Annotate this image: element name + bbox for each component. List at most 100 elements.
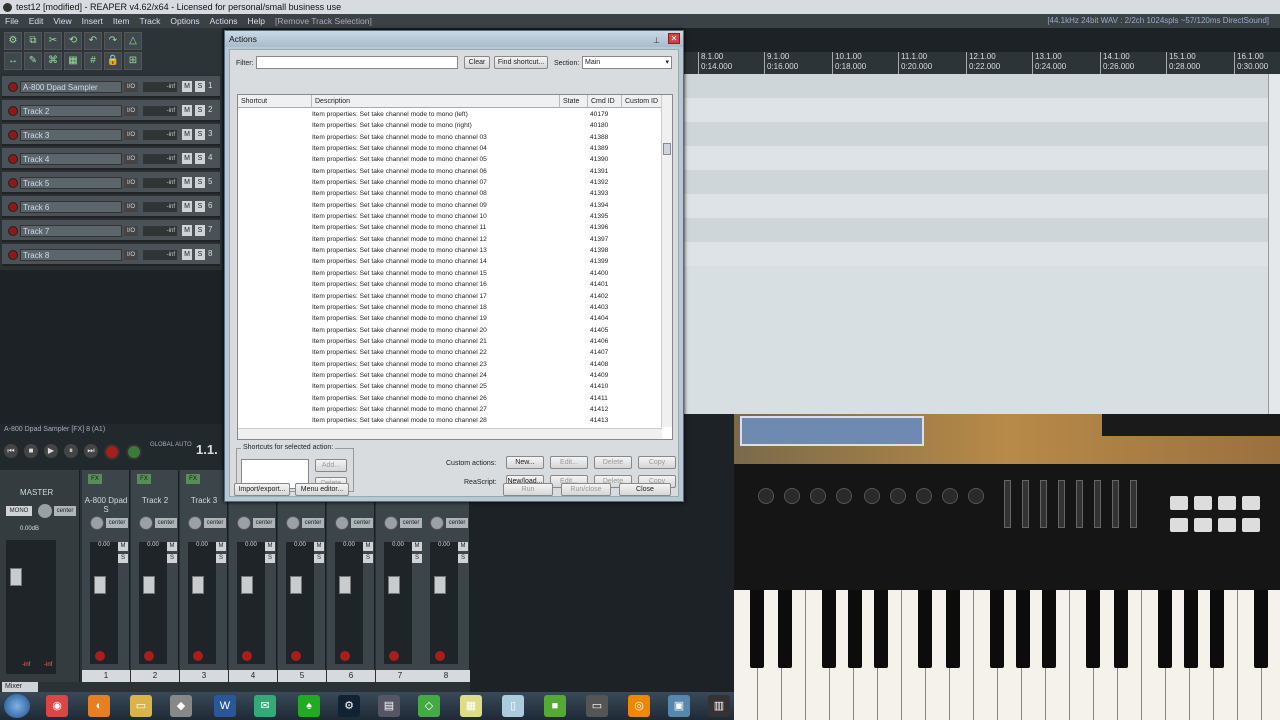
action-row[interactable]: Item properties: Set take channel mode t… xyxy=(238,211,662,222)
track-name[interactable]: Track 4 xyxy=(20,153,122,165)
pan-knob[interactable] xyxy=(384,516,398,530)
record-arm-icon[interactable] xyxy=(8,154,18,164)
toolbar-button[interactable]: ⟲ xyxy=(64,32,82,50)
action-row[interactable]: Item properties: Set take channel mode t… xyxy=(238,154,662,165)
mute-button[interactable]: M xyxy=(265,542,275,551)
solo-button[interactable]: S xyxy=(412,554,422,563)
record-arm-icon[interactable] xyxy=(8,178,18,188)
toolbar-button[interactable]: ⊞ xyxy=(124,52,142,70)
volume-fader[interactable] xyxy=(434,576,446,594)
track-row[interactable]: Track 4 I/O -inf M S 4 xyxy=(2,148,220,170)
record-arm-icon[interactable] xyxy=(388,650,400,662)
column-cmd-id[interactable]: Cmd ID xyxy=(588,95,622,108)
toolbar-button[interactable]: ↔ xyxy=(4,52,22,70)
track-name[interactable]: Track 8 xyxy=(20,249,122,261)
pan-knob[interactable] xyxy=(139,516,153,530)
action-row[interactable]: Item properties: Set take channel mode t… xyxy=(238,188,662,199)
add-shortcut-button[interactable]: Add... xyxy=(315,459,347,472)
track-name[interactable]: A-800 Dpad Sampler xyxy=(20,81,122,93)
lock-icon[interactable]: 🔒 xyxy=(104,52,122,70)
new-custom-action-button[interactable]: New... xyxy=(506,456,544,469)
action-row[interactable]: Item properties: Set take channel mode t… xyxy=(238,132,662,143)
menu-edit[interactable]: Edit xyxy=(24,14,49,28)
app-icon[interactable]: ▥ xyxy=(708,695,730,717)
track-row[interactable]: Track 6 I/O -inf M S 6 xyxy=(2,196,220,218)
action-row[interactable]: Item properties: Set take channel mode t… xyxy=(238,109,662,120)
monitor-icon[interactable]: ▭ xyxy=(586,695,608,717)
run-button[interactable]: Run xyxy=(503,483,553,496)
menu-editor-button[interactable]: Menu editor... xyxy=(295,483,349,496)
record-arm-icon[interactable] xyxy=(8,202,18,212)
close-button[interactable]: Close xyxy=(619,483,671,496)
undo-icon[interactable]: ↶ xyxy=(84,32,102,50)
mixer-tab[interactable]: Mixer xyxy=(2,682,38,692)
menu-help[interactable]: Help xyxy=(243,14,270,28)
record-arm-icon[interactable] xyxy=(241,650,253,662)
track-lane[interactable] xyxy=(684,242,1268,266)
io-button[interactable]: I/O xyxy=(124,202,138,212)
minecraft-icon[interactable]: ■ xyxy=(544,695,566,717)
action-row[interactable]: Item properties: Set take channel mode t… xyxy=(238,381,662,392)
mute-button[interactable]: M xyxy=(314,542,324,551)
solo-button[interactable]: S xyxy=(195,81,205,92)
io-button[interactable]: I/O xyxy=(124,130,138,140)
volume-fader-track[interactable] xyxy=(335,542,363,664)
toolbar-button[interactable]: ⧉ xyxy=(24,32,42,50)
pan-knob[interactable] xyxy=(430,516,444,530)
volume-fader-track[interactable] xyxy=(430,542,458,664)
column-state[interactable]: State xyxy=(560,95,588,108)
record-icon[interactable] xyxy=(104,444,120,460)
list-vertical-scrollbar[interactable] xyxy=(661,95,672,427)
record-arm-icon[interactable] xyxy=(434,650,446,662)
repeat-icon[interactable] xyxy=(126,444,142,460)
action-row[interactable]: Item properties: Set take channel mode t… xyxy=(238,222,662,233)
action-row[interactable]: Item properties: Set take channel mode t… xyxy=(238,166,662,177)
rewind-icon[interactable]: ⏮ xyxy=(4,444,18,458)
section-select[interactable]: Main ▾ xyxy=(582,56,672,69)
pan-knob[interactable] xyxy=(286,516,300,530)
action-row[interactable]: Item properties: Set take channel mode t… xyxy=(238,370,662,381)
volume-fader-track[interactable] xyxy=(286,542,314,664)
forward-icon[interactable]: ⏭ xyxy=(84,444,98,458)
clear-button[interactable]: Clear xyxy=(464,56,490,69)
record-arm-icon[interactable] xyxy=(8,130,18,140)
solo-button[interactable]: S xyxy=(195,105,205,116)
track-lane[interactable] xyxy=(684,218,1268,242)
app-icon[interactable]: ▣ xyxy=(668,695,690,717)
menu-item[interactable]: Item xyxy=(108,14,135,28)
track-row[interactable]: Track 7 I/O -inf M S 7 xyxy=(2,220,220,242)
io-button[interactable]: I/O xyxy=(124,106,138,116)
record-arm-icon[interactable] xyxy=(8,250,18,260)
mute-button[interactable]: M xyxy=(182,129,192,140)
track-row[interactable]: Track 5 I/O -inf M S 5 xyxy=(2,172,220,194)
menu-options[interactable]: Options xyxy=(165,14,204,28)
record-arm-icon[interactable] xyxy=(8,82,18,92)
mute-button[interactable]: M xyxy=(182,153,192,164)
track-lane[interactable] xyxy=(684,194,1268,218)
pause-icon[interactable]: ⏸ xyxy=(64,444,78,458)
volume-fader-track[interactable] xyxy=(384,542,412,664)
toolbar-button[interactable]: ⚙ xyxy=(4,32,22,50)
solo-button[interactable]: S xyxy=(314,554,324,563)
volume-fader[interactable] xyxy=(388,576,400,594)
chrome-icon[interactable]: ◉ xyxy=(46,695,68,717)
volume-fader[interactable] xyxy=(143,576,155,594)
column-description[interactable]: Description xyxy=(312,95,560,108)
action-row[interactable]: Item properties: Set take channel mode t… xyxy=(238,177,662,188)
notes-icon[interactable]: ▦ xyxy=(460,695,482,717)
record-arm-icon[interactable] xyxy=(94,650,106,662)
copy-custom-action-button[interactable]: Copy xyxy=(638,456,676,469)
mute-button[interactable]: M xyxy=(412,542,422,551)
find-shortcut-button[interactable]: Find shortcut... xyxy=(494,56,548,69)
track-lane[interactable] xyxy=(684,74,1268,98)
mute-button[interactable]: M xyxy=(182,105,192,116)
menu-file[interactable]: File xyxy=(0,14,24,28)
close-icon[interactable]: ✕ xyxy=(668,33,680,44)
action-row[interactable]: Item properties: Set take channel mode t… xyxy=(238,291,662,302)
mute-button[interactable]: M xyxy=(363,542,373,551)
volume-fader[interactable] xyxy=(192,576,204,594)
action-row[interactable]: Item properties: Set take channel mode t… xyxy=(238,120,662,131)
action-row[interactable]: Item properties: Set take channel mode t… xyxy=(238,359,662,370)
toolbar-button[interactable]: △ xyxy=(124,32,142,50)
mute-button[interactable]: M xyxy=(118,542,128,551)
